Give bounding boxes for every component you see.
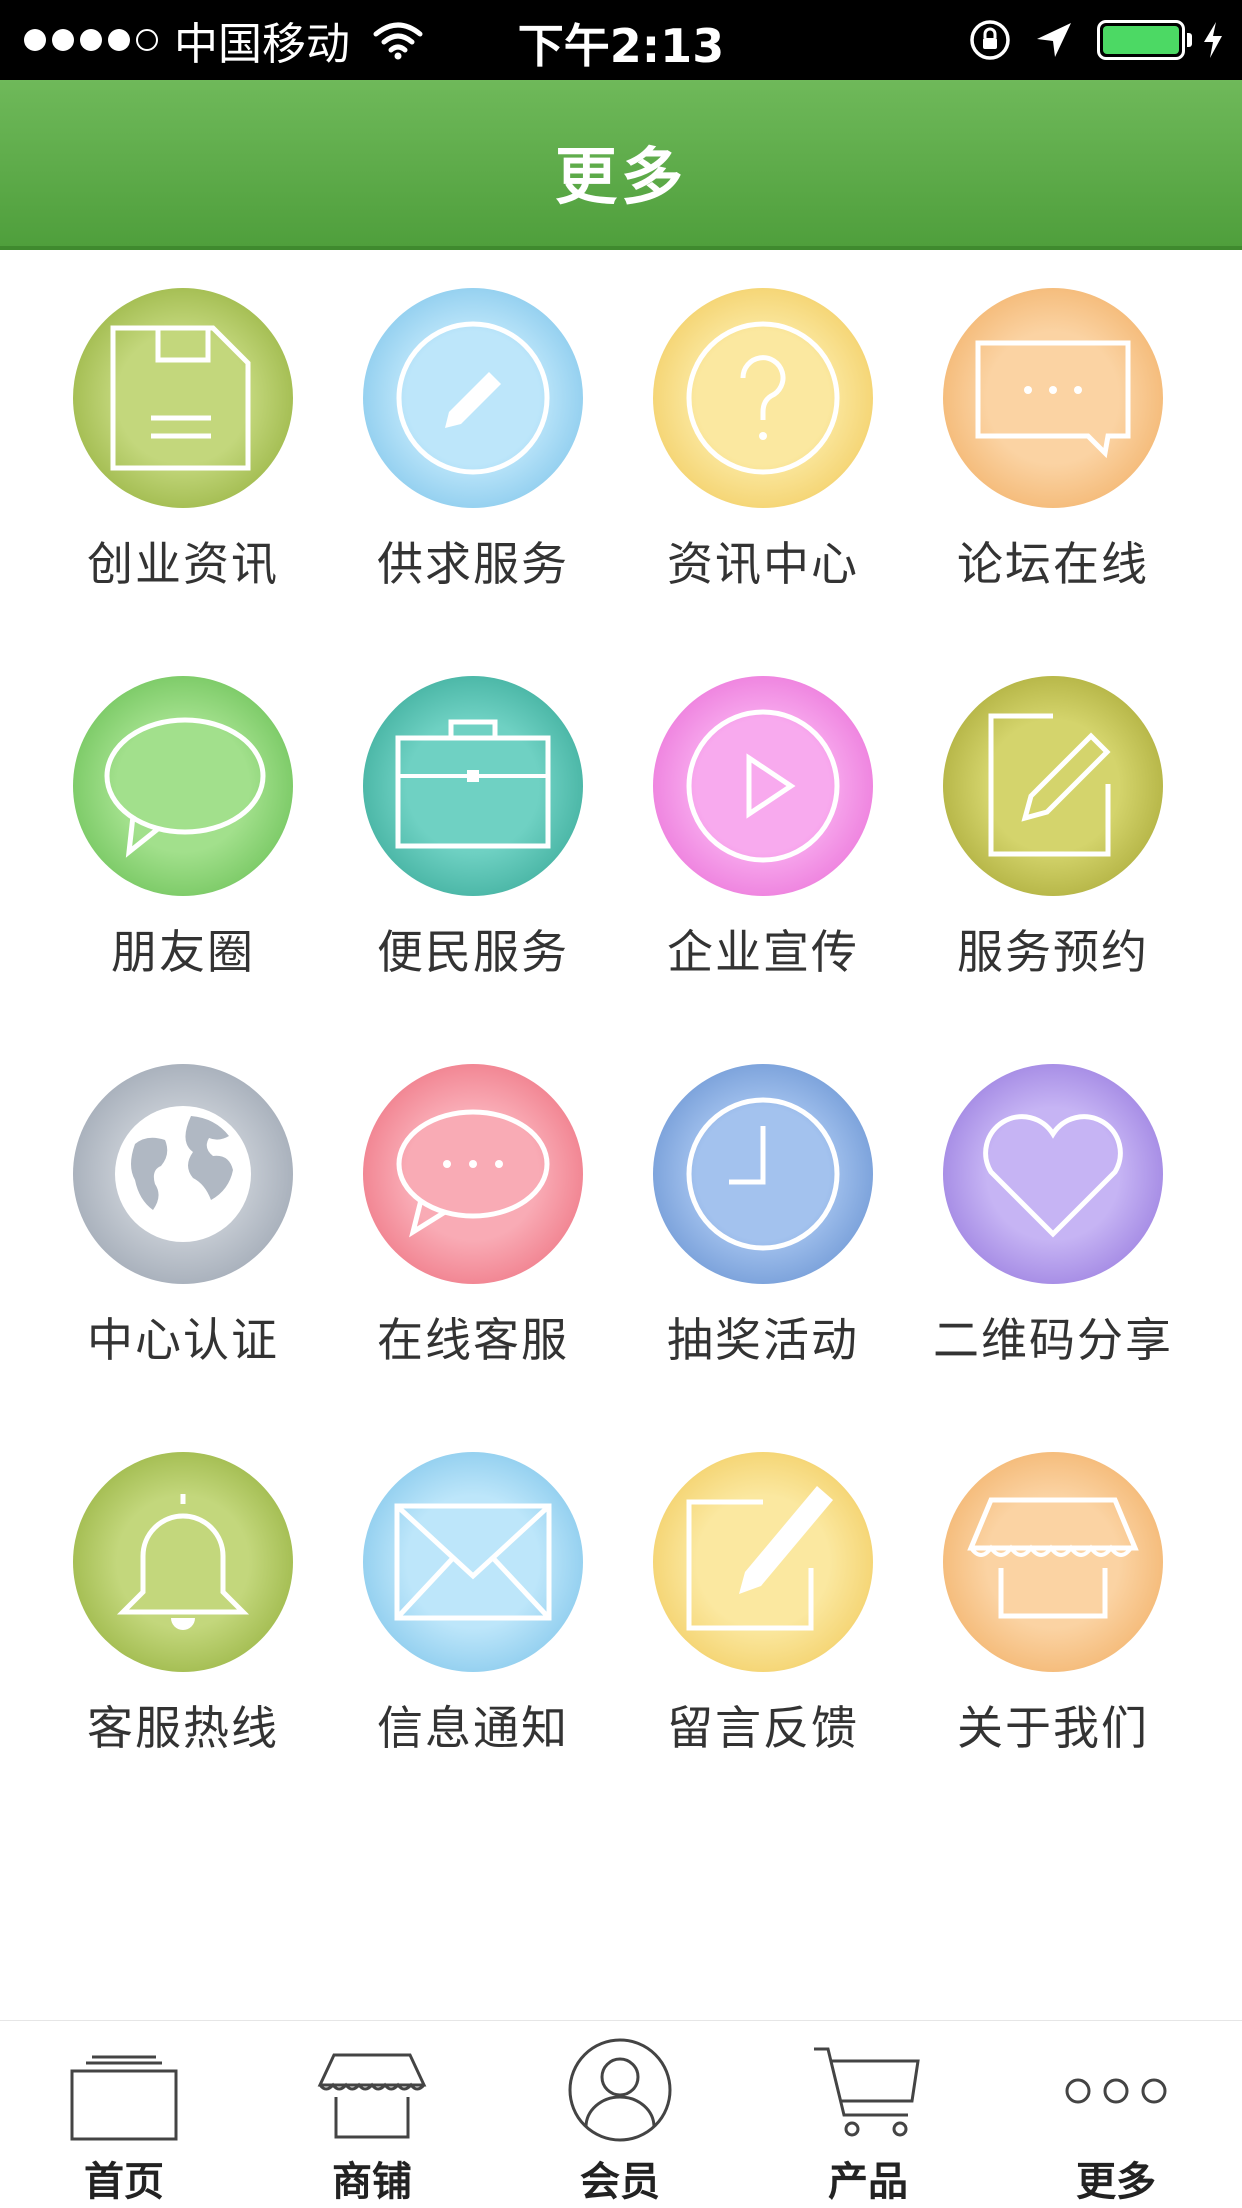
- bottom-tab-bar: 首页 商铺 会员 产品 更多: [0, 2020, 1242, 2208]
- tab-more[interactable]: 更多: [992, 2021, 1240, 2208]
- grid-item-circle: [943, 1452, 1163, 1672]
- note-edit-icon: [653, 1452, 873, 1672]
- grid-item-circle: [363, 676, 583, 896]
- store-icon: [943, 1452, 1163, 1672]
- pencil-icon: [363, 288, 583, 508]
- grid-item-circle: [73, 1064, 293, 1284]
- grid-item-circle: [653, 1064, 873, 1284]
- message-icon: [363, 1064, 583, 1284]
- briefcase-icon: [363, 676, 583, 896]
- edit-icon: [943, 676, 1163, 896]
- location-arrow-icon: [1037, 23, 1071, 57]
- charging-bolt-icon: [1204, 22, 1222, 58]
- tab-label: 更多: [1076, 2159, 1156, 2205]
- status-right: [967, 12, 1226, 68]
- grid-item-fuwu-yuyue[interactable]: 服务预约: [870, 638, 1163, 979]
- tab-shop[interactable]: 商铺: [248, 2021, 496, 2208]
- chat-box-icon: [943, 288, 1163, 508]
- grid-item-label: 服务预约: [957, 925, 1149, 979]
- user-icon: [568, 2038, 672, 2142]
- grid-item-circle: [943, 288, 1163, 508]
- more-dots-icon: [1065, 2078, 1167, 2104]
- grid-item-pengyouquan[interactable]: 朋友圈: [0, 638, 293, 979]
- grid-item-kefu-rexian[interactable]: 客服热线: [0, 1414, 293, 1755]
- page-title: 更多: [554, 140, 687, 213]
- home-stack-icon: [70, 2055, 178, 2141]
- tab-label: 商铺: [332, 2159, 412, 2205]
- grid-item-gongqiu-fuwu[interactable]: 供求服务: [290, 250, 583, 591]
- grid-item-label: 二维码分享: [933, 1313, 1173, 1367]
- grid-item-circle: [363, 1064, 583, 1284]
- grid-item-circle: [363, 1452, 583, 1672]
- grid-item-luntan-zaixian[interactable]: 论坛在线: [870, 250, 1163, 591]
- grid-item-circle: [653, 1452, 873, 1672]
- grid-item-zhongxin-renzheng[interactable]: 中心认证: [0, 1026, 293, 1367]
- tab-member[interactable]: 会员: [496, 2021, 744, 2208]
- grid-item-xinxi-tongzhi[interactable]: 信息通知: [290, 1414, 583, 1755]
- battery-icon: [1097, 20, 1185, 60]
- question-icon: [653, 288, 873, 508]
- bell-icon: [73, 1452, 293, 1672]
- grid-item-label: 关于我们: [957, 1701, 1149, 1755]
- grid-item-circle: [653, 288, 873, 508]
- play-icon: [653, 676, 873, 896]
- clock-icon: [653, 1064, 873, 1284]
- grid-item-circle: [363, 288, 583, 508]
- grid-item-zixun-zhongxin[interactable]: 资讯中心: [580, 250, 873, 591]
- grid-item-circle: [73, 288, 293, 508]
- cart-icon: [814, 2047, 920, 2137]
- grid-item-zaixian-kefu[interactable]: 在线客服: [290, 1026, 583, 1367]
- grid-item-qiye-xuanchuan[interactable]: 企业宣传: [580, 638, 873, 979]
- grid-item-circle: [943, 676, 1163, 896]
- tab-label: 首页: [84, 2159, 164, 2205]
- grid-item-circle: [653, 676, 873, 896]
- grid-item-chuangye-zixun[interactable]: 创业资讯: [0, 250, 293, 591]
- status-bar: 中国移动 下午2:13: [0, 0, 1242, 80]
- tab-label: 会员: [580, 2159, 660, 2205]
- tab-products[interactable]: 产品: [744, 2021, 992, 2208]
- grid-item-liuyan-fankui[interactable]: 留言反馈: [580, 1414, 873, 1755]
- grid-item-circle: [73, 1452, 293, 1672]
- grid-item-bianmin-fuwu[interactable]: 便民服务: [290, 638, 583, 979]
- battery-nub: [1187, 33, 1192, 47]
- grid-item-guanyu-women[interactable]: 关于我们: [870, 1414, 1163, 1755]
- mail-icon: [363, 1452, 583, 1672]
- grid-item-label: 论坛在线: [957, 537, 1149, 591]
- heart-icon: [943, 1064, 1163, 1284]
- tab-home[interactable]: 首页: [0, 2021, 248, 2208]
- shop-icon: [317, 2053, 427, 2139]
- floppy-disk-icon: [73, 288, 293, 508]
- speech-bubble-icon: [73, 676, 293, 896]
- grid-item-circle: [73, 676, 293, 896]
- rotation-lock-icon: [970, 20, 1010, 60]
- tab-label: 产品: [828, 2159, 908, 2205]
- nav-header: 更多: [0, 80, 1242, 250]
- globe-icon: [73, 1064, 293, 1284]
- battery-fill: [1103, 26, 1179, 54]
- grid-item-erweima-fenxiang[interactable]: 二维码分享: [870, 1026, 1171, 1367]
- grid-item-circle: [943, 1064, 1163, 1284]
- grid-item-choujiang-huodong[interactable]: 抽奖活动: [580, 1026, 873, 1367]
